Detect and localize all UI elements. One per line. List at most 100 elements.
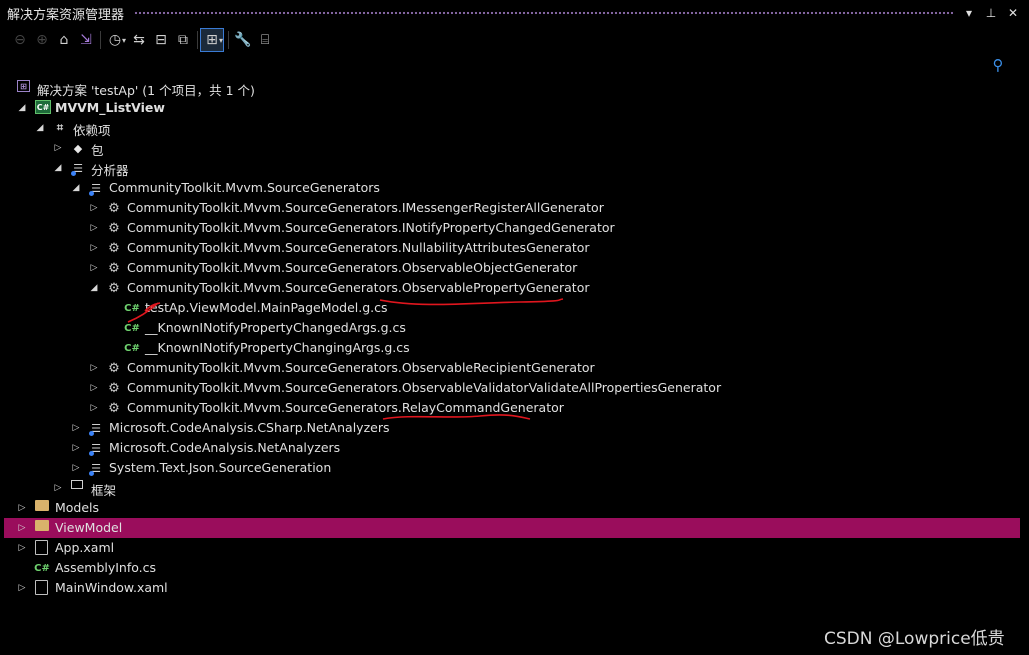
tree-row[interactable]: ◢ ⚙ CommunityToolkit.Mvvm.SourceGenerators…	[4, 278, 1020, 298]
tree-row-label: __KnownINotifyPropertyChangingArgs.g.cs	[145, 340, 410, 355]
toolbar-separator	[100, 31, 101, 49]
tree-row[interactable]: ▷ ⚙ CommunityToolkit.Mvvm.SourceGenerators…	[4, 198, 1020, 218]
tree-row-label: MVVM_ListView	[55, 100, 165, 115]
tree-row[interactable]: ▷ ☰ System.Text.Json.SourceGeneration	[4, 458, 1020, 478]
tree-row[interactable]: ▷ ⚙ CommunityToolkit.Mvvm.SourceGenerators…	[4, 398, 1020, 418]
forward-icon[interactable]: ⊕	[31, 29, 53, 51]
tree-row[interactable]: C# __KnownINotifyPropertyChangedArgs.g.cs	[4, 318, 1020, 338]
back-icon[interactable]: ⊖	[9, 29, 31, 51]
tree-row-label: CommunityToolkit.Mvvm.SourceGenerators.I…	[127, 220, 615, 235]
csharp-file-icon: C#	[124, 302, 140, 314]
tree-row[interactable]: ◢ ⌗ 依赖项	[4, 118, 1020, 138]
window-controls: ▾ ⊥ ✕	[963, 6, 1019, 20]
tree-row[interactable]: ⊞ 解决方案 'testAp' (1 个项目，共 1 个)	[4, 78, 1020, 98]
tree-row-label: CommunityToolkit.Mvvm.SourceGenerators.O…	[127, 360, 595, 375]
tree-row[interactable]: ▷ ☰ Microsoft.CodeAnalysis.CSharp.NetAnaly…	[4, 418, 1020, 438]
tree-row-label: CommunityToolkit.Mvvm.SourceGenerators.O…	[127, 260, 578, 275]
expanded-arrow-icon[interactable]: ◢	[89, 283, 99, 293]
collapsed-arrow-icon[interactable]: ▷	[71, 443, 81, 453]
collapsed-arrow-icon[interactable]: ▷	[89, 403, 99, 413]
toolbar-separator	[197, 31, 199, 49]
chevron-down-icon[interactable]: ▾	[963, 6, 975, 20]
tree-row-label: System.Text.Json.SourceGeneration	[109, 460, 332, 475]
collapsed-arrow-icon[interactable]: ▷	[89, 383, 99, 393]
folder-icon	[35, 500, 49, 511]
tree-row[interactable]: ▷ App.xaml	[4, 538, 1020, 558]
tree-row[interactable]: C# AssemblyInfo.cs	[4, 558, 1020, 578]
tree-row[interactable]: ▷ ViewModel	[4, 518, 1020, 538]
expanded-arrow-icon[interactable]: ◢	[17, 103, 27, 113]
collapse-all-icon[interactable]: ⊟	[150, 29, 172, 51]
tree-row[interactable]: ◢ C# MVVM_ListView	[4, 98, 1020, 118]
tree-row[interactable]: ▷ ⚙ CommunityToolkit.Mvvm.SourceGenerators…	[4, 358, 1020, 378]
sync-icon[interactable]: ⇆	[128, 29, 150, 51]
title-grip[interactable]	[134, 10, 953, 16]
tree-row[interactable]: ▷ MainWindow.xaml	[4, 578, 1020, 598]
analyzer-icon: ☰	[70, 160, 86, 176]
tree-row-label: CommunityToolkit.Mvvm.SourceGenerators.O…	[127, 380, 722, 395]
properties-wrench-icon[interactable]: 🔧	[232, 29, 254, 51]
collapsed-arrow-icon[interactable]: ▷	[17, 523, 27, 533]
expanded-arrow-icon[interactable]: ◢	[35, 123, 45, 133]
tree-row-label: 解决方案 'testAp' (1 个项目，共 1 个)	[37, 83, 255, 98]
home-icon[interactable]: ⌂	[53, 29, 75, 51]
close-icon[interactable]: ✕	[1007, 6, 1019, 20]
xaml-file-icon	[35, 580, 48, 595]
tree-row[interactable]: ▷ ⚙ CommunityToolkit.Mvvm.SourceGenerators…	[4, 378, 1020, 398]
tree-row[interactable]: ▷ Models	[4, 498, 1020, 518]
expanded-arrow-icon[interactable]: ◢	[71, 183, 81, 193]
tree-row[interactable]: ▷ ⚙ CommunityToolkit.Mvvm.SourceGenerators…	[4, 238, 1020, 258]
solution-icon: ⊞	[17, 80, 30, 92]
generator-gear-icon: ⚙	[108, 400, 120, 416]
collapsed-arrow-icon[interactable]: ▷	[53, 143, 63, 153]
tree-row-label: 框架	[91, 483, 117, 498]
generator-gear-icon: ⚙	[108, 220, 120, 236]
tree-row[interactable]: ▷ ◆ 包	[4, 138, 1020, 159]
expanded-arrow-icon[interactable]: ◢	[53, 163, 63, 173]
solution-explorer-toolbar: ⊖ ⊕ ⌂ ⇲ ◷ ▾ ⇆ ⊟ ⧉ ⊞ ▾ 🔧 ⌸	[0, 26, 1029, 54]
tree-row[interactable]: ▷ ⚙ CommunityToolkit.Mvvm.SourceGenerators…	[4, 218, 1020, 238]
folder-icon	[35, 520, 49, 531]
analyzer-icon: ☰	[88, 420, 104, 436]
tree-row[interactable]: ▷ ☰ Microsoft.CodeAnalysis.NetAnalyzers	[4, 438, 1020, 458]
history-dropdown-icon[interactable]: ▾	[122, 36, 126, 45]
collapsed-arrow-icon[interactable]: ▷	[89, 223, 99, 233]
xaml-file-icon	[35, 540, 48, 555]
tree-row[interactable]: ◢ ☰ 分析器	[4, 158, 1020, 179]
collapsed-arrow-icon[interactable]: ▷	[89, 263, 99, 273]
window-title: 解决方案资源管理器	[7, 7, 125, 23]
tree-row[interactable]: ◢ ☰ CommunityToolkit.Mvvm.SourceGenerators	[4, 178, 1020, 198]
tree-row-label: Microsoft.CodeAnalysis.NetAnalyzers	[109, 440, 341, 455]
collapsed-arrow-icon[interactable]: ▷	[53, 483, 63, 493]
collapsed-arrow-icon[interactable]: ▷	[71, 423, 81, 433]
collapsed-arrow-icon[interactable]: ▷	[17, 503, 27, 513]
collapsed-arrow-icon[interactable]: ▷	[17, 583, 27, 593]
tree-row[interactable]: C# __KnownINotifyPropertyChangingArgs.g.c…	[4, 338, 1020, 358]
collapsed-arrow-icon[interactable]: ▷	[17, 543, 27, 553]
search-icon[interactable]: ⚲	[989, 56, 1007, 74]
collapsed-arrow-icon[interactable]: ▷	[89, 243, 99, 253]
preview-icon[interactable]: ⌸	[254, 29, 276, 51]
pin-icon[interactable]: ⊥	[985, 6, 997, 20]
collapsed-arrow-icon[interactable]: ▷	[89, 203, 99, 213]
generator-gear-icon: ⚙	[108, 360, 120, 376]
window-titlebar: 解决方案资源管理器 ▾ ⊥ ✕	[0, 0, 1029, 26]
show-all-files-icon[interactable]: ⧉	[172, 29, 194, 51]
collapsed-arrow-icon[interactable]: ▷	[71, 463, 81, 473]
tree-row-label: ViewModel	[55, 520, 123, 535]
generator-gear-icon: ⚙	[108, 240, 120, 256]
generator-gear-icon: ⚙	[108, 280, 120, 296]
tree-row[interactable]: C# testAp.ViewModel.MainPageModel.g.cs	[4, 298, 1020, 318]
tree-row-label: CommunityToolkit.Mvvm.SourceGenerators.R…	[127, 400, 564, 415]
tree-row-label: __KnownINotifyPropertyChangedArgs.g.cs	[145, 320, 406, 335]
tree-row-label: MainWindow.xaml	[55, 580, 168, 595]
collapsed-arrow-icon[interactable]: ▷	[89, 363, 99, 373]
filter-dropdown-icon[interactable]: ▾	[219, 36, 223, 45]
tree-row-label: 包	[91, 143, 104, 158]
csharp-file-icon: C#	[124, 342, 140, 354]
tree-row-label: 分析器	[91, 163, 129, 178]
vs-switch-views-icon[interactable]: ⇲	[75, 29, 97, 51]
tree-row[interactable]: ▷ ⚙ CommunityToolkit.Mvvm.SourceGenerators…	[4, 258, 1020, 278]
tree-row-label: Models	[55, 500, 100, 515]
tree-row[interactable]: ▷ 框架	[4, 478, 1020, 498]
